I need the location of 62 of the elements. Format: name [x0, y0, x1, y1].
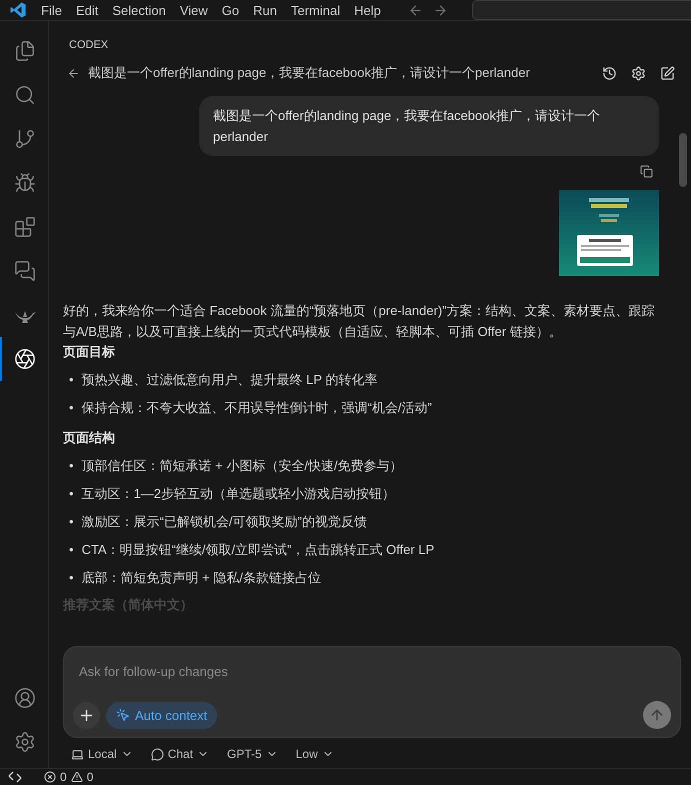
user-message: 截图是一个offer的landing page，我要在facebook推广，请设计一个perlander — [199, 96, 659, 156]
branch-icon — [14, 128, 36, 150]
bullet-item: 底部：简短免责声明 + 隐私/条款链接占位 — [82, 569, 321, 587]
thread-title: 截图是一个offer的landing page，我要在facebook推广，请设计一个perlander — [88, 64, 531, 82]
bullet-marker: • — [69, 457, 74, 475]
option-dropdown[interactable]: Local — [71, 746, 133, 762]
error-icon — [44, 771, 56, 783]
scrollbar-thumb[interactable] — [679, 133, 687, 187]
app-logo-icon — [10, 2, 26, 18]
account-icon — [14, 687, 36, 709]
settings-icon — [14, 731, 36, 753]
error-count[interactable]: 0 — [60, 770, 67, 784]
chat-icon — [14, 260, 36, 282]
bullet-marker: • — [69, 541, 74, 559]
settings-icon[interactable] — [631, 66, 646, 80]
composer-box[interactable]: Ask for follow-up changes Auto context — [63, 646, 681, 738]
pointer-click-icon — [116, 708, 130, 722]
bullet-item: 激励区：展示“已解锁机会/可领取奖励”的视觉反馈 — [82, 513, 367, 531]
forward-arrow-icon[interactable] — [432, 2, 448, 18]
send-button[interactable] — [643, 701, 671, 729]
copy-icon[interactable] — [640, 165, 653, 178]
warning-icon — [70, 771, 83, 783]
bullet-item: 顶部信任区：简短承诺 + 小图标（安全/快速/免费参与） — [82, 457, 403, 475]
remote-icon[interactable] — [8, 771, 22, 783]
bug-icon — [14, 172, 36, 194]
speech-bubble-icon — [150, 748, 164, 760]
menu-item[interactable]: Run — [246, 2, 284, 18]
menu-item[interactable]: File — [34, 2, 69, 18]
new-chat-icon[interactable] — [660, 66, 675, 80]
menu-item[interactable]: Go — [214, 2, 246, 18]
auto-context-button[interactable]: Auto context — [106, 702, 218, 728]
blocks-icon — [14, 216, 36, 238]
panel-title: CODEX — [68, 38, 110, 51]
bullet-item: 保持合规：不夸大收益、不用误导性倒计时，强调“机会/活动” — [82, 399, 432, 417]
menu-item[interactable]: View — [172, 2, 215, 18]
back-arrow-icon[interactable] — [67, 66, 80, 80]
bullet-item: 互动区：1—2步轻互动（单选题或轻小游戏启动按钮） — [82, 485, 396, 503]
history-icon[interactable] — [602, 66, 617, 80]
files-icon — [14, 40, 36, 62]
reply-paragraph: 好的，我来给你一个适合 Facebook 流量的“预落地页（pre-lander)”方案：结构、文案、素材要点、跟踪与A/B思路，以及可直接上线的一页式代码模板（自适应、轻脚本、可插 Offer 链接）。 — [63, 302, 656, 341]
warning-count[interactable]: 0 — [86, 770, 94, 784]
section-heading: 页面结构 — [63, 429, 116, 447]
command-search-field[interactable] — [472, 0, 691, 20]
menu-item[interactable]: Terminal — [284, 2, 348, 18]
bullet-marker: • — [69, 569, 74, 587]
menu-item[interactable]: Help — [347, 2, 388, 18]
search-icon — [14, 84, 36, 106]
bullet-marker: • — [69, 485, 74, 503]
bullet-item: CTA：明显按钮“继续/领取/立即尝试”，点击跳转正式 Offer LP — [82, 541, 434, 559]
section-heading: 页面目标 — [63, 343, 116, 361]
laptop-icon — [71, 748, 84, 760]
add-button[interactable] — [73, 702, 100, 728]
option-dropdown[interactable]: Chat — [150, 746, 210, 762]
menu-item[interactable]: Selection — [105, 2, 173, 18]
option-dropdown[interactable]: Low — [296, 746, 334, 762]
menu-item[interactable]: Edit — [68, 2, 106, 18]
bullet-marker: • — [69, 371, 74, 389]
bullet-marker: • — [69, 399, 74, 417]
option-dropdown[interactable]: GPT-5 — [227, 746, 278, 762]
bullet-marker: • — [69, 513, 74, 531]
follow-up-input[interactable]: Ask for follow-up changes — [79, 664, 671, 679]
bullet-item: 预热兴趣、过滤低意向用户、提升最终 LP 的转化率 — [82, 371, 378, 389]
